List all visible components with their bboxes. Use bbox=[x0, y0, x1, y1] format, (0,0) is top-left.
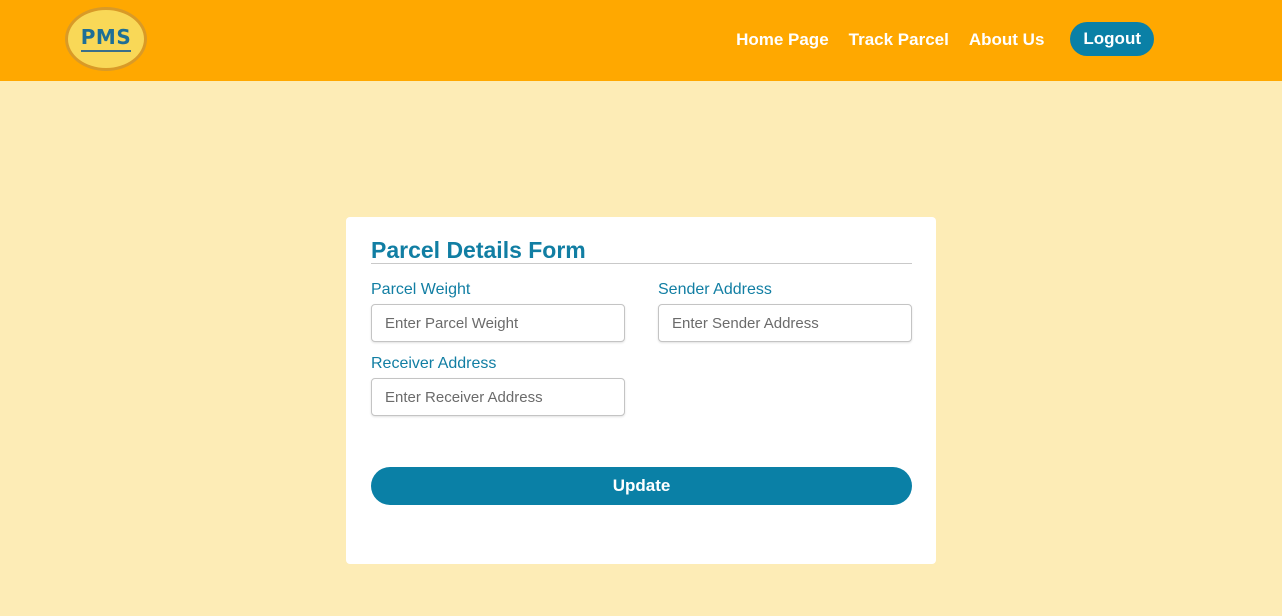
nav-about-us[interactable]: About Us bbox=[969, 23, 1045, 56]
logout-button[interactable]: Logout bbox=[1070, 22, 1154, 56]
receiver-address-label: Receiver Address bbox=[371, 355, 497, 372]
update-button[interactable]: Update bbox=[371, 467, 912, 505]
nav-home-page[interactable]: Home Page bbox=[736, 23, 829, 56]
nav-links: Home Page Track Parcel About Us Logout bbox=[716, 22, 1154, 56]
form-title: Parcel Details Form bbox=[371, 237, 912, 264]
nav-track-parcel[interactable]: Track Parcel bbox=[849, 23, 949, 56]
receiver-address-input[interactable] bbox=[371, 378, 625, 416]
parcel-weight-label: Parcel Weight bbox=[371, 281, 471, 298]
parcel-details-card: Parcel Details Form Parcel Weight Sender… bbox=[346, 217, 936, 564]
logo-text: PMS bbox=[80, 24, 132, 49]
top-navbar: PMS Home Page Track Parcel About Us Logo… bbox=[0, 0, 1282, 81]
logo-subtext bbox=[81, 49, 131, 52]
pms-logo[interactable]: PMS bbox=[65, 7, 147, 71]
parcel-weight-input[interactable] bbox=[371, 304, 625, 342]
sender-address-label: Sender Address bbox=[658, 281, 772, 298]
sender-address-input[interactable] bbox=[658, 304, 912, 342]
